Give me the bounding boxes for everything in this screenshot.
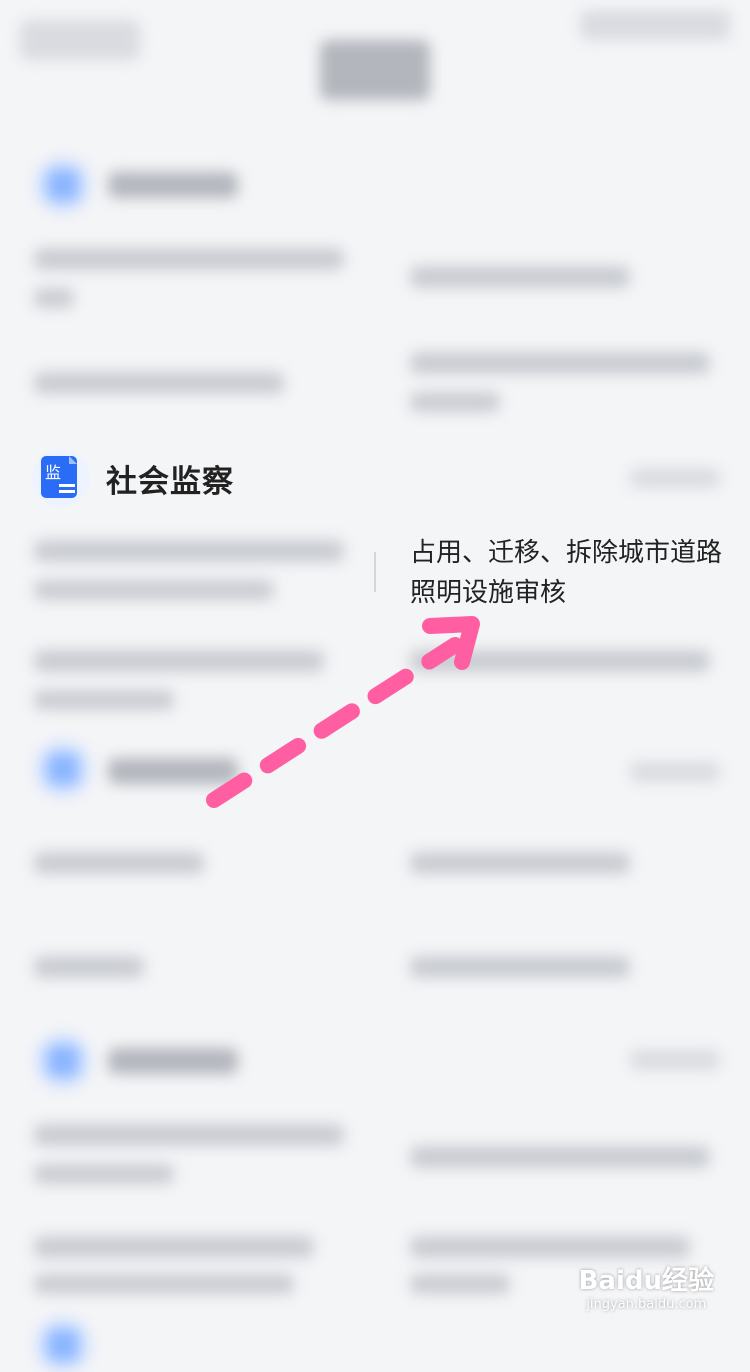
section-header-social-supervision[interactable]: 监 社会监察 bbox=[32, 448, 234, 508]
icon-glyph: 监 bbox=[45, 463, 61, 482]
section-title: 社会监察 bbox=[106, 463, 234, 500]
watermark-sub: jingyan.baidu.com bbox=[586, 1297, 707, 1312]
monitor-doc-icon: 监 bbox=[32, 449, 90, 507]
baidu-watermark: Baidu经验 jingyan.baidu.com bbox=[579, 1260, 714, 1312]
dashed-arrow-icon bbox=[206, 616, 480, 808]
item-divider bbox=[374, 552, 376, 592]
watermark-main: Baidu经验 bbox=[578, 1266, 714, 1296]
